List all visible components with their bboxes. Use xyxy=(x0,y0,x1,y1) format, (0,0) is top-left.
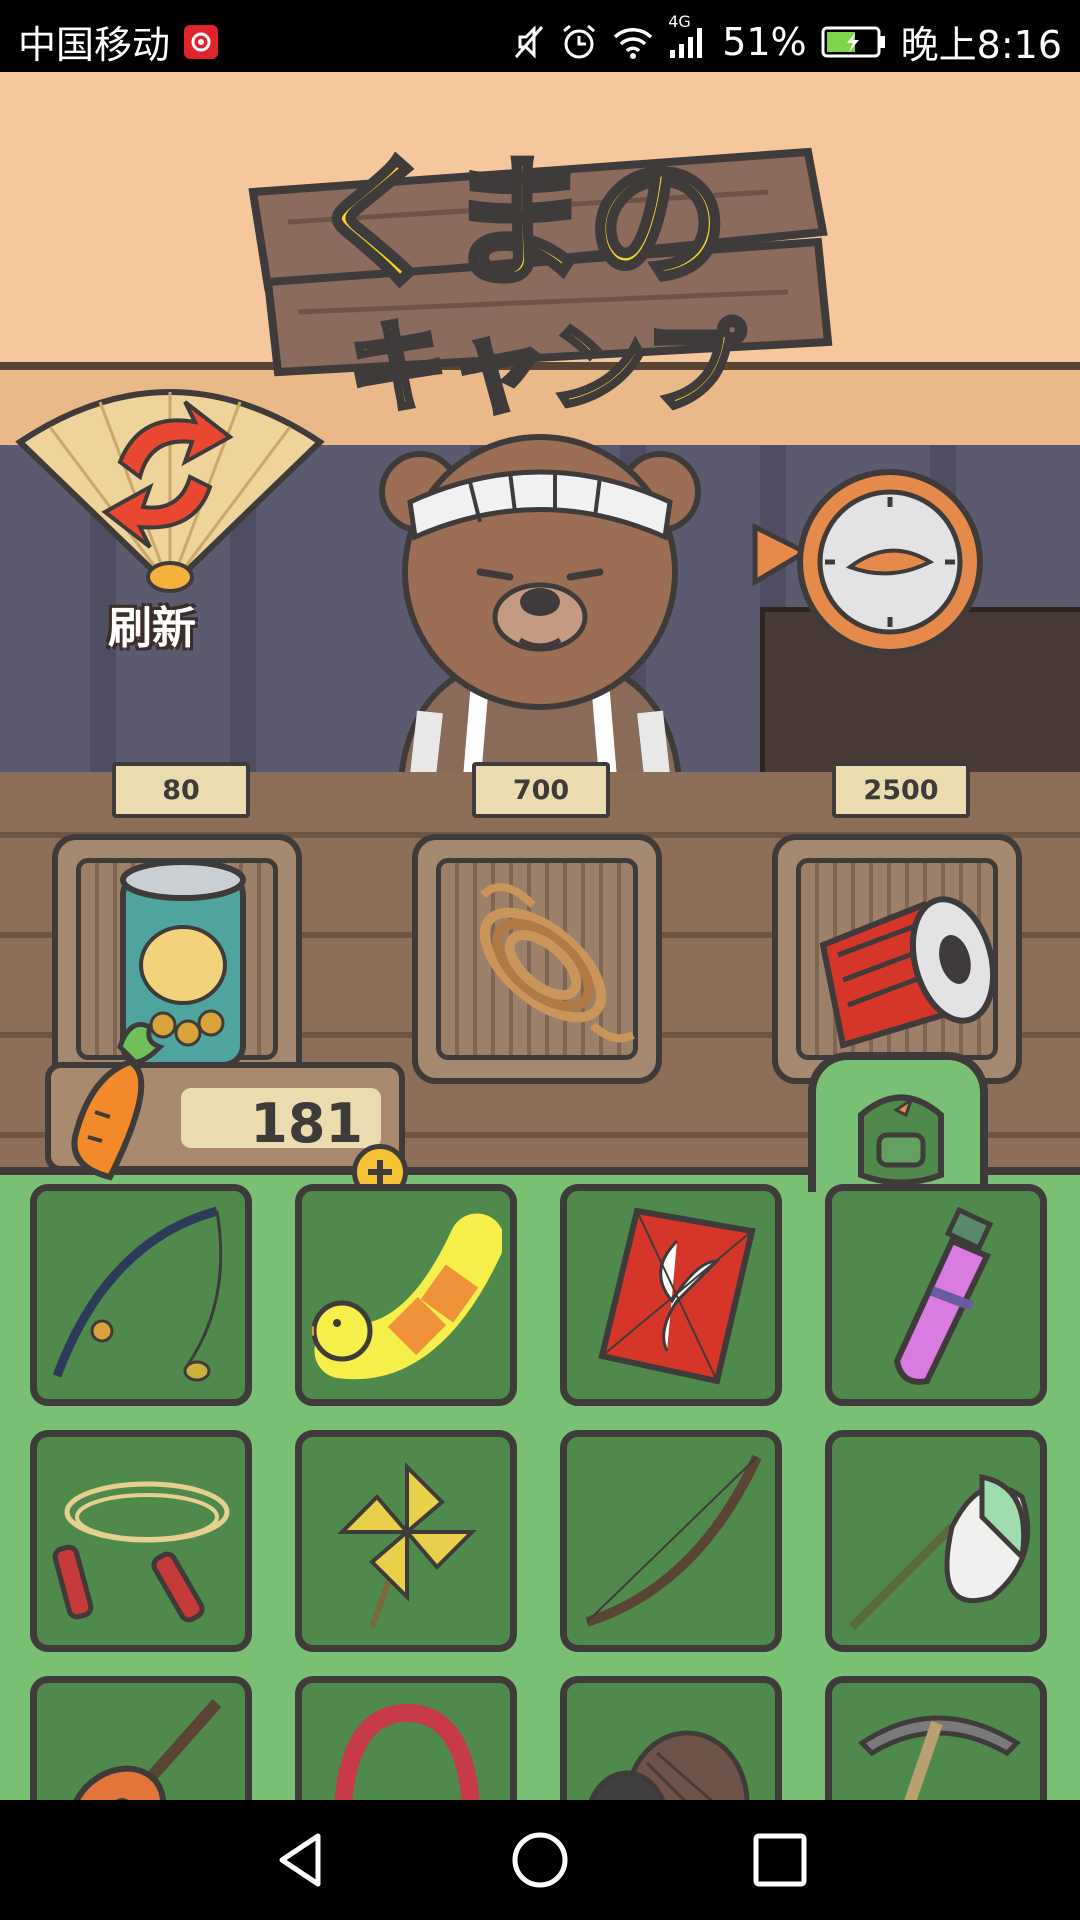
inventory-slot-ukulele[interactable] xyxy=(30,1676,252,1800)
inventory-slot-duck-float[interactable] xyxy=(295,1184,517,1406)
price-value: 700 xyxy=(512,774,570,806)
bow-icon xyxy=(585,1454,762,1627)
jump-rope-icon xyxy=(52,1481,230,1623)
signal-icon: 4G xyxy=(668,12,708,60)
shop-item-lantern[interactable]: 2500 xyxy=(772,762,1022,1092)
bear-shopkeeper-icon xyxy=(379,434,701,802)
kite-icon xyxy=(598,1207,756,1385)
carrot-icon xyxy=(71,1022,165,1181)
rope-icon xyxy=(479,883,635,1043)
wifi-icon xyxy=(612,25,654,59)
plus-icon xyxy=(368,1160,392,1184)
ukulele-icon xyxy=(67,1699,222,1800)
price-value: 80 xyxy=(162,774,200,806)
mute-icon xyxy=(512,23,546,61)
game-title-sign: くまの キャンプ xyxy=(248,140,833,422)
navigation-bar xyxy=(0,1800,1080,1920)
bug-net-icon xyxy=(848,1473,1031,1631)
game-screen: くまの キャンプ 刷新 80 700 2500 181 xyxy=(0,72,1080,1800)
headphones-icon xyxy=(334,1703,480,1800)
price-value: 2500 xyxy=(863,774,939,806)
shop-item-rope[interactable]: 700 xyxy=(412,762,662,1092)
crate xyxy=(412,834,662,1084)
network-type: 4G xyxy=(668,11,691,31)
refresh-button[interactable] xyxy=(10,372,330,602)
price-tag: 80 xyxy=(112,762,250,818)
inventory-slot-potion[interactable] xyxy=(825,1184,1047,1406)
backpack-tab[interactable] xyxy=(808,1052,988,1192)
crate xyxy=(772,834,1022,1084)
recents-icon[interactable] xyxy=(750,1830,810,1890)
inventory-slot-pinecone-hat[interactable] xyxy=(560,1676,782,1800)
carrot-display: 181 xyxy=(181,1088,381,1155)
clock-time: 晚上8:16 xyxy=(900,23,1062,67)
battery-icon xyxy=(821,25,887,59)
duck-float-icon xyxy=(312,1213,502,1380)
fishing-rod-icon xyxy=(52,1206,223,1382)
price-tag: 2500 xyxy=(832,762,970,818)
pickaxe-icon xyxy=(858,1715,1021,1800)
home-icon[interactable] xyxy=(510,1830,570,1890)
title-line2: キャンプ xyxy=(348,309,745,422)
alarm-icon xyxy=(560,23,598,61)
fan-icon xyxy=(15,389,325,593)
inventory-slot-bug-net[interactable] xyxy=(825,1430,1047,1652)
lantern-icon xyxy=(819,896,997,1049)
potion-vial-icon xyxy=(893,1206,994,1385)
inventory-slot-pinwheel[interactable] xyxy=(295,1430,517,1652)
fish-clock-icon xyxy=(752,469,983,655)
title-line1: くまの xyxy=(308,143,728,306)
inventory-slot-fishing-rod[interactable] xyxy=(30,1184,252,1406)
refresh-label: 刷新 xyxy=(108,603,196,654)
pinwheel-icon xyxy=(337,1462,477,1629)
pinecone-hat-icon xyxy=(588,1730,750,1800)
netease-music-icon xyxy=(184,24,219,59)
status-bar: 中国移动 4G 51% 晚上8:16 xyxy=(0,0,1080,72)
inventory-slot-bow[interactable] xyxy=(560,1430,782,1652)
back-icon[interactable] xyxy=(270,1830,330,1890)
price-tag: 700 xyxy=(472,762,610,818)
inventory-slot-pickaxe[interactable] xyxy=(825,1676,1047,1800)
carrier-label: 中国移动 xyxy=(18,23,171,67)
carrot-count: 181 xyxy=(250,1092,363,1155)
battery-percent: 51% xyxy=(722,19,807,64)
backpack-icon xyxy=(858,1094,944,1186)
inventory-slot-jump-rope[interactable] xyxy=(30,1430,252,1652)
inventory-slot-headphones[interactable] xyxy=(295,1676,517,1800)
inventory-slot-kite[interactable] xyxy=(560,1184,782,1406)
